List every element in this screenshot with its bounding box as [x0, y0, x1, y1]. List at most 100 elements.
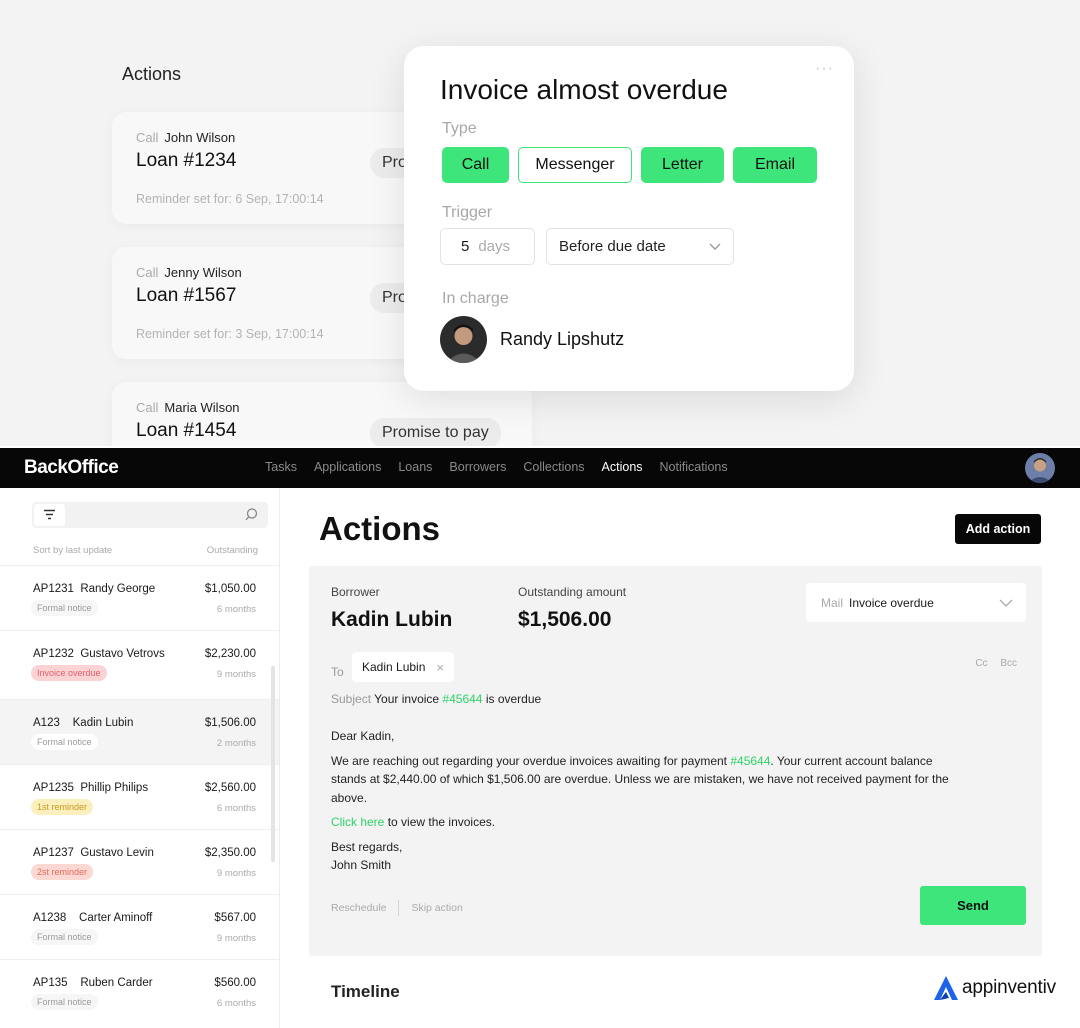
page-title: Actions [319, 510, 441, 547]
brand-logo[interactable]: BackOffice [24, 457, 119, 479]
outstanding-amount: $2,230.00 [204, 648, 256, 660]
list-item[interactable]: A1238 Carter Aminoff $567.00 Formal noti… [0, 894, 279, 959]
loan-id: AP1237 [33, 847, 74, 859]
list-item[interactable]: AP1237 Gustavo Levin $2,350.00 2st remin… [0, 829, 279, 894]
outstanding-label: Outstanding amount [518, 585, 627, 599]
invoice-link[interactable]: #45644 [730, 754, 770, 768]
borrower-label: Borrower [331, 585, 380, 599]
nav-collections[interactable]: Collections [523, 460, 584, 474]
subject-text-end: is overdue [485, 692, 542, 706]
list-item[interactable]: AP1232 Gustavo Vetrovs $2,230.00 Invoice… [0, 630, 279, 695]
user-avatar[interactable] [1025, 453, 1055, 483]
nav-actions[interactable]: Actions [602, 460, 643, 474]
chevron-down-icon [709, 243, 721, 250]
add-action-button[interactable]: Add action [955, 514, 1041, 544]
type-options: Call Messenger Letter Email [442, 147, 817, 183]
nav-loans[interactable]: Loans [398, 460, 432, 474]
type-email-button[interactable]: Email [733, 147, 817, 183]
action-kind: Call [136, 400, 159, 415]
search-input[interactable] [32, 502, 268, 528]
nav-tasks[interactable]: Tasks [265, 460, 297, 474]
status-badge: 1st reminder [31, 799, 94, 815]
borrower-list-sidebar: Sort by last update Outstanding AP1231 R… [0, 488, 280, 1028]
trigger-label: Trigger [442, 204, 493, 221]
secondary-actions: Reschedule Skip action [331, 900, 463, 916]
modal-title: Invoice almost overdue [440, 74, 728, 105]
invoice-link[interactable]: #45644 [442, 692, 482, 706]
type-call-button[interactable]: Call [442, 147, 509, 183]
more-menu-icon[interactable]: ··· [815, 60, 834, 78]
recipient-name: Kadin Lubin [362, 660, 426, 674]
type-label: Type [442, 120, 477, 137]
nav-notifications[interactable]: Notifications [660, 460, 728, 474]
regards: Best regards, [331, 839, 403, 854]
outstanding-column-label: Outstanding [206, 545, 258, 556]
borrower-name: Maria Wilson [164, 400, 240, 415]
trigger-timing-select[interactable]: Before due date [546, 228, 734, 265]
search-icon[interactable] [244, 507, 259, 522]
duration: 6 months [216, 803, 256, 814]
cc-bcc-toggle[interactable]: Cc Bcc [975, 658, 1017, 669]
trigger-days-unit: days [478, 238, 511, 255]
borrower-name: Gustavo Levin [80, 847, 154, 859]
skip-action-link[interactable]: Skip action [411, 902, 462, 914]
loan-id: A1238 [33, 912, 67, 924]
list-item[interactable]: AP1235 Phillip Philips $2,560.00 1st rem… [0, 764, 279, 829]
filter-icon [44, 509, 55, 520]
status-badge: 2st reminder [31, 864, 94, 880]
reminder-text: Reminder set for: 6 Sep, 17:00:14 [136, 192, 324, 206]
chevron-down-icon [999, 599, 1013, 607]
to-label: To [331, 665, 344, 679]
action-card[interactable]: Call Maria Wilson Loan #1454 Promise to p… [112, 382, 532, 446]
outstanding-amount: $1,506.00 [204, 717, 256, 729]
reminder-text: Reminder set for: 3 Sep, 17:00:14 [136, 327, 324, 341]
duration: 6 months [216, 604, 256, 615]
loan-number: Loan #1567 [136, 285, 237, 306]
watermark-text: appinventiv [962, 977, 1056, 998]
nav-borrowers[interactable]: Borrowers [449, 460, 506, 474]
sort-label[interactable]: Sort by last update [33, 545, 112, 556]
click-here-link[interactable]: Click here [331, 815, 384, 829]
trigger-timing-value: Before due date [559, 238, 666, 255]
send-button[interactable]: Send [920, 886, 1026, 925]
in-charge-person[interactable]: Randy Lipshutz [440, 316, 624, 363]
status-badge: Formal notice [31, 929, 98, 945]
type-letter-button[interactable]: Letter [641, 147, 724, 183]
borrower-name: Kadin Lubin [331, 608, 453, 631]
in-charge-label: In charge [442, 290, 509, 307]
appinventiv-logo-icon [934, 976, 958, 1000]
duration: 9 months [216, 933, 256, 944]
status-badge: Invoice overdue [31, 665, 107, 681]
status-badge: Formal notice [31, 994, 98, 1010]
borrower-name: Kadin Lubin [72, 717, 134, 729]
body-paragraph: We are reaching out regarding your overd… [331, 752, 971, 808]
list-item-selected[interactable]: A123 Kadin Lubin $1,506.00 Formal notice… [0, 699, 279, 764]
paragraph-text: We are reaching out regarding your overd… [331, 753, 727, 768]
email-body[interactable]: Dear Kadin, We are reaching out regardin… [331, 727, 971, 875]
borrower-name: John Wilson [164, 130, 236, 145]
subject-line[interactable]: Subject Your invoice #45644 is overdue [331, 692, 541, 706]
mail-prefix: Mail [821, 595, 844, 610]
loan-id: AP1235 [33, 782, 74, 794]
recipient-chip[interactable]: Kadin Lubin × [352, 652, 454, 682]
trigger-days-input[interactable]: 5 days [440, 228, 535, 265]
status-pill: Promise to pay [370, 418, 501, 446]
subject-text: Your invoice [374, 692, 440, 706]
list-item[interactable]: AP135 Ruben Carder $560.00 Formal notice… [0, 959, 279, 1024]
mail-template-value: Invoice overdue [849, 595, 934, 610]
duration: 9 months [216, 868, 256, 879]
click-line: Click here to view the invoices. [331, 813, 971, 832]
outstanding-amount: $567.00 [214, 912, 256, 924]
close-icon[interactable]: × [436, 660, 444, 675]
mail-template-select[interactable]: Mail Invoice overdue [806, 583, 1026, 622]
reschedule-link[interactable]: Reschedule [331, 902, 386, 914]
action-detail-card: Borrower Kadin Lubin Outstanding amount … [309, 566, 1042, 956]
sidebar-scrollbar[interactable] [271, 666, 275, 862]
type-messenger-button[interactable]: Messenger [518, 147, 632, 183]
filter-button[interactable] [34, 504, 65, 526]
outstanding-amount: $560.00 [214, 977, 256, 989]
list-item[interactable]: AP1231 Randy George $1,050.00 Formal not… [0, 565, 279, 630]
borrower-name: Jenny Wilson [164, 265, 242, 280]
loan-id: A123 [33, 717, 60, 729]
nav-applications[interactable]: Applications [314, 460, 381, 474]
